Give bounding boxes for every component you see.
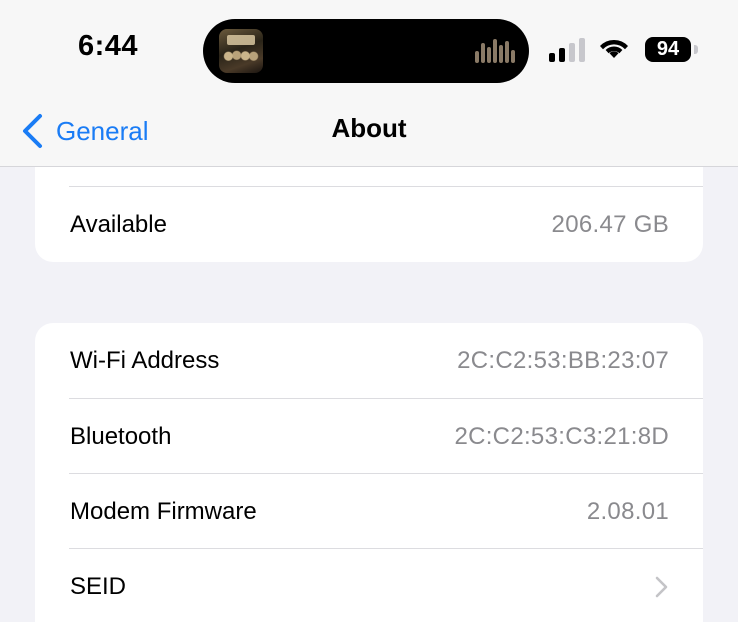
seid-label: SEID [70, 572, 127, 600]
page-title: About [331, 113, 407, 143]
modem-firmware-label: Modem Firmware [70, 497, 257, 525]
chevron-right-icon [655, 576, 668, 597]
modem-firmware-value: 2.08.01 [586, 497, 669, 525]
dynamic-island[interactable] [203, 19, 529, 83]
wifi-address-value: 2C:C2:53:BB:23:07 [457, 346, 669, 374]
seid-row[interactable]: SEID [35, 549, 703, 622]
wifi-address-row: Wi-Fi Address 2C:C2:53:BB:23:07 [35, 323, 703, 398]
modem-firmware-row: Modem Firmware 2.08.01 [35, 474, 703, 549]
wifi-address-label: Wi-Fi Address [70, 346, 220, 374]
available-row: Available 206.47 GB [35, 187, 703, 262]
bluetooth-row: Bluetooth 2C:C2:53:C3:21:8D [35, 399, 703, 474]
available-value: 206.47 GB [551, 210, 669, 238]
now-playing-album-art[interactable] [219, 29, 263, 73]
battery-icon: 94 [645, 37, 691, 62]
wifi-icon [600, 39, 628, 58]
network-group: Wi-Fi Address 2C:C2:53:BB:23:07 Bluetoot… [35, 323, 703, 622]
about-screen: Available 206.47 GB Wi-Fi Address 2C:C2:… [0, 0, 738, 622]
cellular-signal-icon [549, 38, 589, 62]
waveform-icon [475, 39, 515, 63]
navigation-header: 6:44 94 General About [0, 0, 738, 167]
album-figures [223, 49, 259, 67]
status-time: 6:44 [78, 30, 139, 62]
bluetooth-value: 2C:C2:53:C3:21:8D [454, 422, 669, 450]
available-label: Available [70, 210, 167, 238]
battery-cap [694, 45, 698, 54]
bluetooth-label: Bluetooth [70, 422, 172, 450]
album-logo [227, 35, 255, 45]
